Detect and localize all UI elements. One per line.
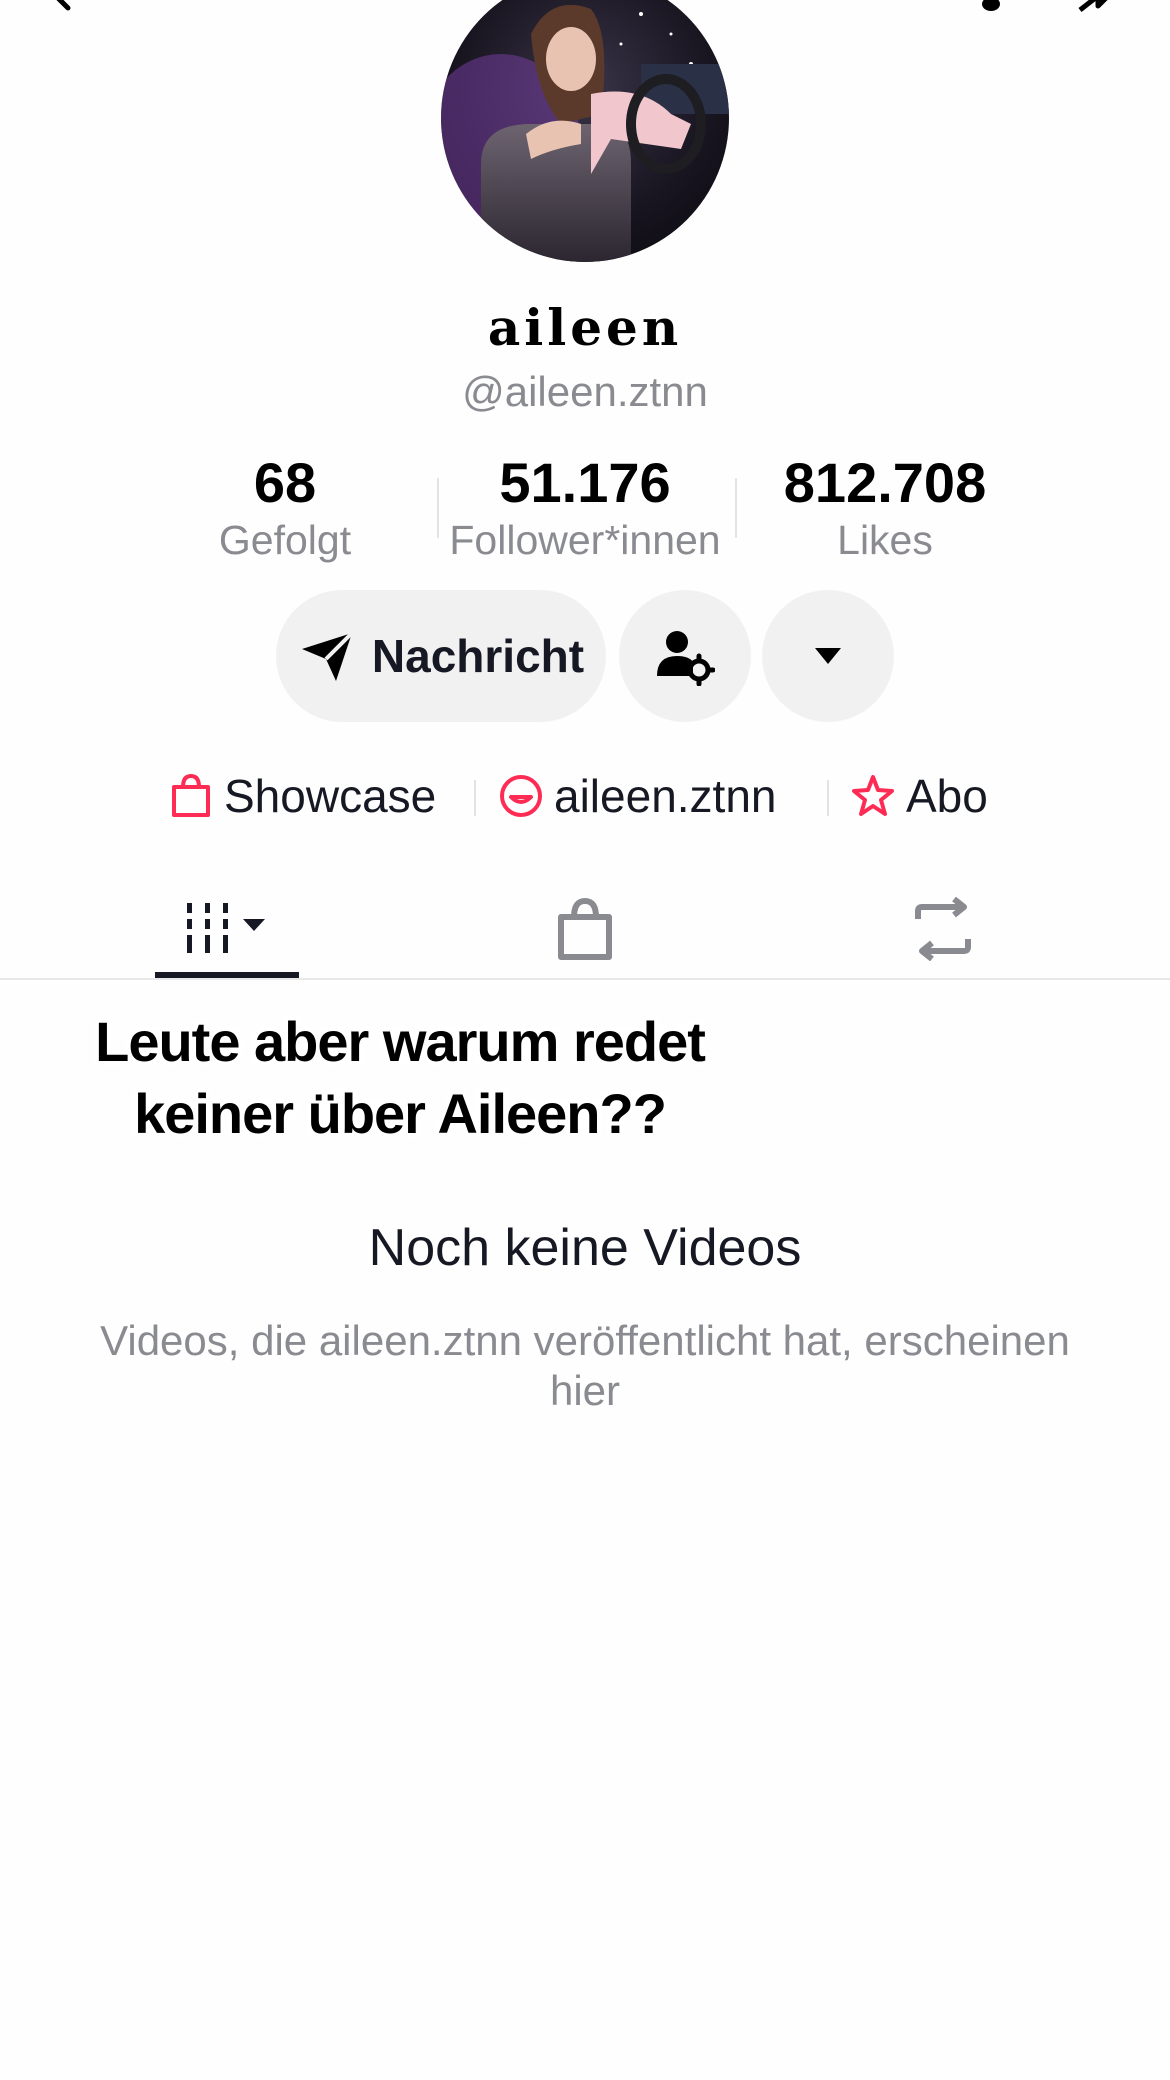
stat-following[interactable]: 68 Gefolgt — [135, 448, 435, 562]
profile-links: Showcase aileen.ztnn Abo — [0, 766, 1170, 826]
overlay-caption-line-1: Leute aber warum redet — [95, 1010, 706, 1073]
followers-count: 51.176 — [499, 451, 671, 514]
notification-bell-icon[interactable] — [968, 0, 1014, 14]
username-handle: @aileen.ztnn — [462, 368, 708, 415]
showcase-label: Showcase — [224, 770, 437, 822]
overlay-caption-line-2: keiner über Aileen?? — [134, 1082, 667, 1145]
share-icon[interactable] — [1074, 0, 1120, 14]
more-dropdown-button[interactable] — [762, 590, 894, 722]
likes-label: Likes — [837, 517, 933, 563]
follow-settings-button[interactable] — [619, 590, 751, 722]
empty-state-title: Noch keine Videos — [368, 1219, 802, 1277]
profile-stats: 68 Gefolgt 51.176 Follower*innen 812.708… — [0, 448, 1170, 562]
followers-label: Follower*innen — [449, 517, 721, 563]
showcase-link[interactable]: Showcase — [168, 766, 436, 826]
stat-likes[interactable]: 812.708 Likes — [735, 448, 1035, 562]
instagram-icon — [500, 775, 542, 817]
send-icon — [301, 631, 354, 681]
shopping-bag-icon — [558, 897, 612, 960]
message-button-label: Nachricht — [371, 630, 585, 682]
repost-icon — [915, 897, 971, 961]
profile-actions: Nachricht — [0, 590, 1170, 722]
empty-state-description: Videos, die aileen.ztnn veröffentlicht h… — [100, 1317, 1070, 1414]
likes-count: 812.708 — [783, 451, 987, 514]
profile-avatar[interactable] — [441, 0, 729, 262]
overlay-caption: Leute aber warum redet keiner über Ailee… — [40, 1006, 760, 1150]
grid-filter-icon — [187, 903, 265, 953]
link-divider — [474, 780, 476, 816]
tab-reposts[interactable] — [843, 880, 1043, 978]
following-count: 68 — [253, 451, 317, 514]
tab-videos[interactable] — [127, 880, 327, 978]
subscription-label: Abo — [906, 770, 988, 822]
active-tab-indicator — [155, 972, 299, 978]
triangle-down-icon — [815, 648, 841, 664]
shopping-bag-icon — [172, 773, 210, 817]
person-gear-icon — [657, 631, 715, 686]
link-divider — [827, 780, 829, 816]
profile-tabs — [0, 880, 1170, 980]
instagram-link[interactable]: aileen.ztnn — [498, 766, 777, 826]
instagram-label: aileen.ztnn — [554, 770, 777, 822]
star-badge-icon — [852, 775, 894, 816]
stat-followers[interactable]: 51.176 Follower*innen — [435, 448, 735, 562]
display-name: aileen — [487, 298, 683, 357]
subscription-link[interactable]: Abo — [850, 766, 988, 826]
message-button[interactable]: Nachricht — [276, 590, 606, 722]
tab-shop[interactable] — [485, 880, 685, 978]
following-label: Gefolgt — [218, 517, 352, 563]
back-arrow-icon[interactable] — [40, 0, 80, 12]
